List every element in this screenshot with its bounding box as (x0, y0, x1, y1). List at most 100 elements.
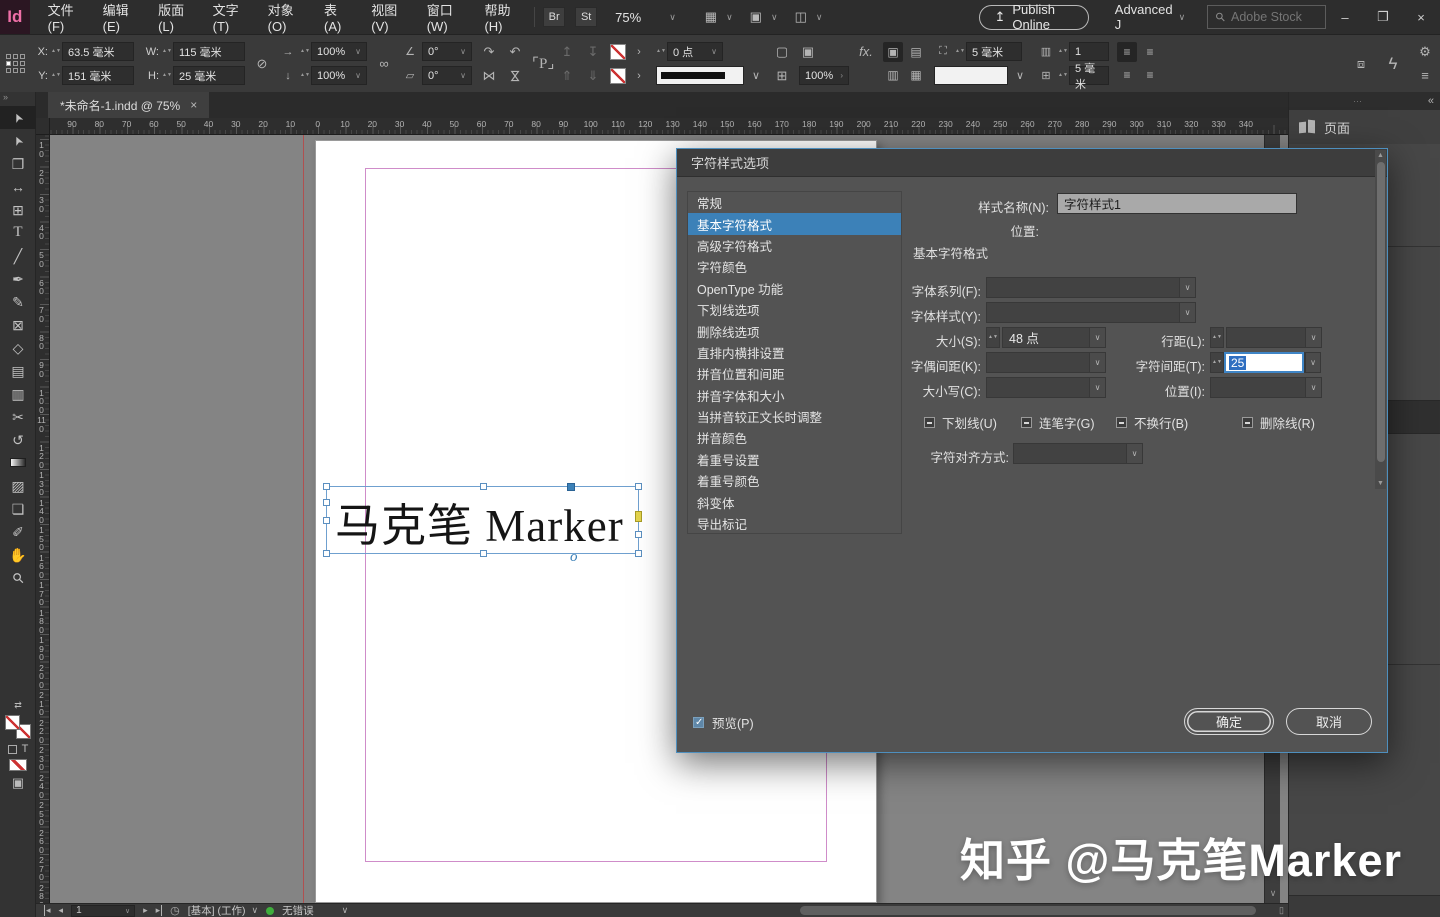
jump-object-icon[interactable]: ▦ (906, 65, 926, 85)
effects-fx-icon[interactable]: fx. (857, 44, 875, 59)
pencil-tool[interactable]: ✎ (0, 290, 36, 313)
direct-selection-tool[interactable]: ➤ (0, 129, 36, 152)
case-dropdown[interactable]: ∨ (986, 377, 1106, 398)
menu-item[interactable]: 编辑(E) (89, 0, 144, 34)
publish-online-button[interactable]: ↥ Publish Online (979, 5, 1088, 30)
font-family-dropdown[interactable]: ∨ (986, 277, 1196, 298)
fill-stroke-swatches[interactable] (5, 715, 31, 739)
ruler-origin-corner[interactable] (36, 118, 50, 135)
style-category-item[interactable]: 字符颜色 (688, 256, 901, 277)
restore-button[interactable]: ❐ (1364, 0, 1402, 34)
gradient-feather-tool[interactable]: ▨ (0, 474, 36, 497)
leading-dropdown[interactable]: ∨ (1226, 327, 1322, 348)
menu-item[interactable]: 视图(V) (357, 0, 412, 34)
select-container-icon[interactable]: ⌜P⌟ (532, 54, 550, 73)
line-tool[interactable]: ╱ (0, 244, 36, 267)
workspace-switcher[interactable]: Advanced J ∨ (1115, 2, 1185, 32)
menu-item[interactable]: 版面(L) (144, 0, 199, 34)
style-category-item[interactable]: 导出标记 (688, 513, 901, 534)
scroll-down-icon[interactable]: ▼ (1375, 480, 1386, 487)
stepper[interactable]: ▲▼ (162, 49, 170, 54)
fit-frame-icon[interactable]: ↧ (584, 44, 602, 60)
constrain-proportions-icon[interactable]: ⊘ (253, 56, 271, 72)
fill-swatch-icon[interactable] (5, 715, 20, 730)
style-category-item[interactable]: 当拼音较正文长时调整 (688, 406, 901, 427)
selection-tool[interactable]: ➤ (0, 106, 36, 129)
corner-options-icon[interactable]: ▢ (773, 44, 791, 60)
adobe-stock-search[interactable]: ⚲ (1207, 5, 1326, 29)
size-stepper[interactable]: ▲▼ (986, 327, 1000, 348)
link-scale-icon[interactable]: ∞ (375, 56, 393, 71)
formatting-text-icon[interactable]: T (22, 743, 29, 755)
panel-menu-icon[interactable]: ≡ (1416, 68, 1434, 83)
previous-page-button[interactable]: ◂ (59, 905, 64, 916)
wrap-offset-field[interactable]: 5 毫米 (966, 42, 1022, 61)
view-options-dropdown[interactable]: ▦∨ (702, 9, 733, 25)
horizontal-type-grid-tool[interactable]: ▤ (0, 359, 36, 382)
pages-panel-tab[interactable]: 页面 (1289, 110, 1440, 144)
stroke-style-dropdown[interactable] (656, 66, 744, 85)
fill-flyout-arrow[interactable]: › (630, 46, 648, 58)
frame-edges-dropdown[interactable]: ▣∨ (747, 9, 778, 25)
scrollbar-thumb[interactable] (1377, 162, 1385, 462)
quick-apply-icon[interactable]: ϟ (1384, 54, 1402, 74)
selected-text-frame[interactable]: 马克笔 Marker o (326, 486, 639, 554)
style-checkbox[interactable]: 不换行(B) (1116, 413, 1188, 432)
apply-none-swatch[interactable] (9, 759, 27, 771)
scale-y-field[interactable]: 100%∨ (311, 66, 367, 85)
drop-shadow-icon[interactable]: ⊞ (773, 68, 791, 84)
scissors-tool[interactable]: ✂ (0, 405, 36, 428)
dock-grip-icon[interactable]: ⋯ (1289, 96, 1428, 107)
preflight-profile-dropdown[interactable]: [基本] (工作)∨ (188, 903, 258, 917)
opacity-field[interactable]: 100%› (799, 66, 849, 85)
scroll-down-icon[interactable]: ∨ (1265, 888, 1281, 899)
corner-shape-icon[interactable]: ▣ (799, 44, 817, 60)
leading-stepper[interactable]: ▲▼ (1210, 327, 1224, 348)
stock-search-input[interactable] (1231, 10, 1317, 24)
reference-point-proxy[interactable] (6, 54, 25, 73)
style-category-item[interactable]: 着重号颜色 (688, 470, 901, 491)
align-bottom-icon[interactable]: ≡ (1117, 65, 1137, 85)
gradient-swatch-tool[interactable] (0, 451, 36, 474)
app-badge[interactable]: Br (543, 7, 565, 27)
style-category-item[interactable]: 常规 (688, 192, 901, 213)
note-tool[interactable]: ❏ (0, 497, 36, 520)
height-field[interactable]: 25 毫米 (173, 66, 245, 85)
shear-field[interactable]: 0°∨ (422, 66, 472, 85)
character-alignment-dropdown[interactable]: ∨ (1013, 443, 1143, 464)
transform-again-icon[interactable]: ⧈ (1352, 56, 1370, 72)
wrap-object-shape-icon[interactable]: ▥ (883, 65, 903, 85)
x-position-field[interactable]: 63.5 毫米 (62, 42, 134, 61)
fit-content-icon[interactable]: ↥ (558, 44, 576, 60)
frame-handle[interactable] (480, 483, 487, 490)
expand-dock-icon[interactable]: » (0, 92, 35, 106)
kerning-dropdown[interactable]: ∨ (986, 352, 1106, 373)
style-category-item[interactable]: 斜变体 (688, 491, 901, 512)
align-top-icon[interactable]: ≡ (1117, 42, 1137, 62)
frame-text[interactable]: 马克笔 Marker (335, 489, 624, 554)
size-dropdown[interactable]: 48 点∨ (1002, 327, 1106, 348)
style-checkbox[interactable]: 连笔字(G) (1021, 413, 1095, 432)
dialog-title-bar[interactable]: 字符样式选项 (677, 149, 1387, 177)
y-position-field[interactable]: 151 毫米 (62, 66, 134, 85)
stroke-flyout-arrow[interactable]: › (630, 70, 648, 82)
preview-option[interactable]: 预览(P) (693, 713, 754, 732)
shape-tool[interactable]: ◇ (0, 336, 36, 359)
indeterminate-checkbox-icon[interactable] (1242, 417, 1253, 428)
zoom-tool[interactable]: ⚲ (0, 566, 36, 589)
free-transform-tool[interactable]: ↺ (0, 428, 36, 451)
center-content-icon[interactable]: ⇑ (558, 68, 576, 84)
page-number-dropdown[interactable]: 1∨ (71, 905, 135, 917)
frame-handle[interactable] (323, 517, 330, 524)
frame-handle[interactable] (480, 550, 487, 557)
tracking-stepper[interactable]: ▲▼ (1210, 352, 1224, 373)
menu-item[interactable]: 帮助(H) (470, 0, 526, 34)
ok-button[interactable]: 确定 (1184, 708, 1274, 735)
width-field[interactable]: 115 毫米 (173, 42, 245, 61)
frame-tool[interactable]: ⊠ (0, 313, 36, 336)
menu-item[interactable]: 表(A) (310, 0, 357, 34)
tracking-dropdown-arrow[interactable]: ∨ (1304, 352, 1321, 373)
fill-color-dropdown[interactable] (934, 66, 1008, 85)
font-style-dropdown[interactable]: ∨ (986, 302, 1196, 323)
style-name-input[interactable]: 字符样式1 (1057, 193, 1297, 214)
